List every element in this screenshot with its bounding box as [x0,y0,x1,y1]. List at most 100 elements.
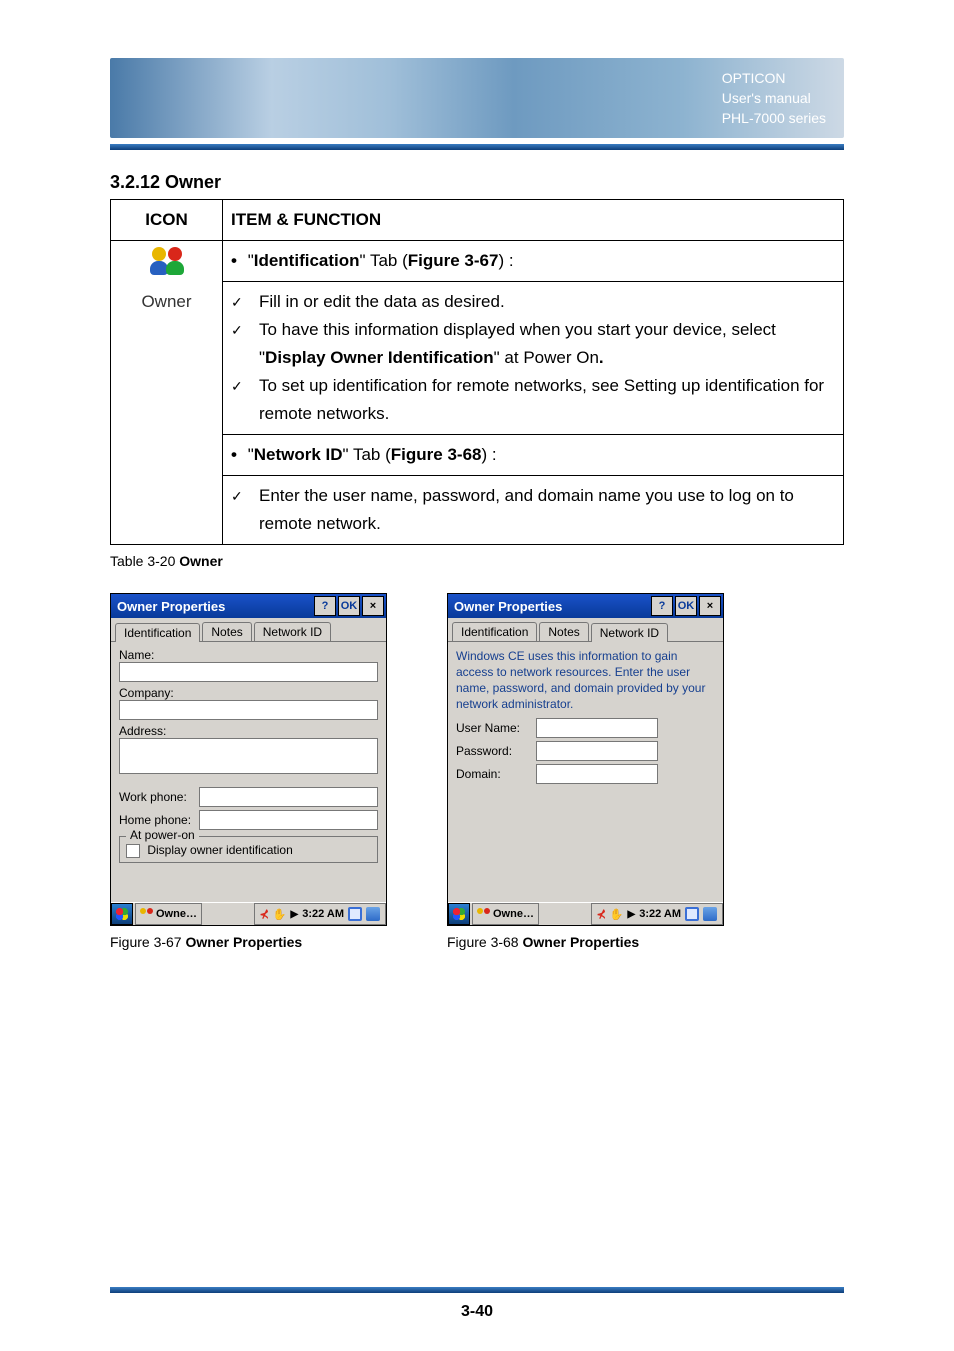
brand-text: OPTICON [722,68,826,88]
name-label: Name: [119,648,378,662]
tab-identification[interactable]: Identification [115,623,200,642]
bluetooth-icon: ⊀ [260,908,269,921]
tab1-body: Fill in or edit the data as desired. To … [223,282,844,435]
figure-67: Owner Properties ? OK × Identification N… [110,593,387,950]
taskbar: Owne… ⊀ ✋ ▶ 3:22 AM [448,902,723,925]
windows-icon [453,908,465,920]
network-icon[interactable] [703,907,717,921]
network-icon[interactable] [366,907,380,921]
pre: Figure 3-68 [447,934,522,950]
owner-icon [150,247,184,275]
icon-cell: Owner [111,241,223,545]
taskbar: Owne… ⊀ ✋ ▶ 3:22 AM [111,902,386,925]
desktop-icon[interactable] [685,907,699,921]
tab-network-id[interactable]: Network ID [591,623,668,642]
bold: Display Owner Identification [265,348,494,367]
owner-mini-icon [477,908,491,920]
company-input[interactable] [119,700,378,720]
header-banner: OPTICON User's manual PHL-7000 series [110,58,844,138]
figure-68: Owner Properties ? OK × Identification N… [447,593,724,950]
domain-input[interactable] [536,764,658,784]
desktop-icon[interactable] [348,907,362,921]
tab-identification[interactable]: Identification [452,622,537,641]
taskbar-app-owner[interactable]: Owne… [135,903,202,925]
owner-mini-icon [140,908,154,920]
tab2-body: Enter the user name, password, and domai… [223,476,844,545]
help-button[interactable]: ? [314,596,336,616]
t2: " at Power On [494,348,599,367]
arrow-icon: ▶ [628,909,636,920]
close-button[interactable]: × [699,596,721,616]
client-area: Windows CE uses this information to gain… [448,642,723,902]
doc-line-2: User's manual [722,88,826,108]
ok-button[interactable]: OK [338,596,360,616]
pre: Table 3-20 [110,553,179,569]
tab-notes[interactable]: Notes [539,622,588,641]
t: " Tab ( [343,445,391,464]
address-input[interactable] [119,738,378,774]
work-phone-label: Work phone: [119,790,199,804]
tab-bar: Identification Notes Network ID [448,618,723,642]
hand-icon: ✋ [273,908,287,921]
display-owner-label: Display owner identification [147,843,292,857]
start-button[interactable] [111,903,133,925]
t: " Tab ( [360,251,408,270]
tab-notes[interactable]: Notes [202,622,251,641]
close-button[interactable]: × [362,596,384,616]
header-meta: OPTICON User's manual PHL-7000 series [722,68,826,128]
titlebar: Owner Properties ? OK × [111,594,386,618]
display-owner-checkbox[interactable] [126,844,140,858]
bold: Owner Properties [522,934,639,950]
dot: . [599,348,604,367]
bold: Owner Properties [185,934,302,950]
item-3: To set up identification for remote netw… [231,372,835,428]
table-caption: Table 3-20 Owner [110,553,844,569]
col-icon: ICON [111,200,223,241]
footer-rule [110,1287,844,1293]
window-title: Owner Properties [117,599,225,614]
bold: Owner [179,553,223,569]
user-name-input[interactable] [536,718,658,738]
tab-bar: Identification Notes Network ID [111,618,386,642]
system-tray[interactable]: ⊀ ✋ ▶ 3:22 AM [591,903,723,925]
work-phone-input[interactable] [199,787,378,807]
windows-icon [116,908,128,920]
hand-icon: ✋ [610,908,624,921]
pre: Figure 3-67 [110,934,185,950]
item-1: Fill in or edit the data as desired. [231,288,835,316]
figure-67-caption: Figure 3-67 Owner Properties [110,934,387,950]
tab1-fig: Figure 3-67 [408,251,499,270]
company-label: Company: [119,686,378,700]
t2: ) : [498,251,513,270]
figure-68-caption: Figure 3-68 Owner Properties [447,934,724,950]
tab2-fig: Figure 3-68 [391,445,482,464]
t2: ) : [481,445,496,464]
tab-network-id[interactable]: Network ID [254,622,331,641]
home-phone-label: Home phone: [119,813,199,827]
user-name-label: User Name: [456,721,536,735]
window-title: Owner Properties [454,599,562,614]
system-tray[interactable]: ⊀ ✋ ▶ 3:22 AM [254,903,386,925]
doc-line-3: PHL-7000 series [722,108,826,128]
function-table: ICON ITEM & FUNCTION Owner "Identificati… [110,199,844,545]
clock: 3:22 AM [639,908,681,920]
tab2-header: "Network ID" Tab (Figure 3-68) : [223,435,844,476]
clock: 3:22 AM [302,908,344,920]
start-button[interactable] [448,903,470,925]
tab1-header: "Identification" Tab (Figure 3-67) : [223,241,844,282]
task-label: Owne… [156,908,197,920]
client-area: Name: Company: Address: Work phone: Home… [111,642,386,902]
item-2: To have this information displayed when … [231,316,835,372]
tab2-name: Network ID [254,445,343,464]
name-input[interactable] [119,662,378,682]
owner-icon-label: Owner [119,288,214,316]
password-input[interactable] [536,741,658,761]
taskbar-app-owner[interactable]: Owne… [472,903,539,925]
info-text: Windows CE uses this information to gain… [456,648,715,712]
home-phone-input[interactable] [199,810,378,830]
power-on-legend: At power-on [126,828,199,842]
ok-button[interactable]: OK [675,596,697,616]
bluetooth-icon: ⊀ [597,908,606,921]
help-button[interactable]: ? [651,596,673,616]
task-label: Owne… [493,908,534,920]
